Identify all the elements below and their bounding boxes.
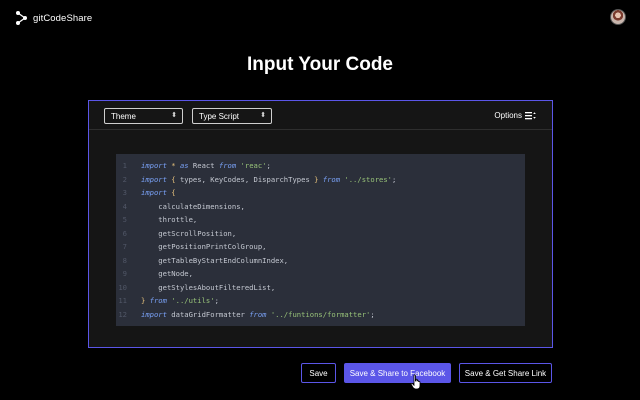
code-text: getScrollPosition, (141, 228, 237, 238)
code-line: 7 getPositionPrintColGroup, (116, 242, 525, 255)
line-number: 11 (118, 296, 127, 305)
line-number: 1 (122, 161, 127, 170)
line-number: 3 (122, 188, 127, 197)
code-editor-panel: Theme ⬍ Type Script ⬍ Options 1 import * … (88, 100, 553, 348)
code-text: import { types, KeyCodes, DisparchTypes … (141, 174, 397, 184)
chevron-updown-icon: ⬍ (260, 112, 266, 119)
hand-cursor-icon (410, 374, 421, 390)
code-text: } from '../utils'; (141, 296, 219, 305)
code-text: import dataGridFormatter from '../funtio… (141, 309, 375, 319)
theme-select-value: Theme (111, 112, 136, 121)
code-text: getTableByStartEndColumnIndex, (141, 255, 289, 265)
line-number: 9 (122, 269, 127, 278)
code-text: import { (141, 188, 176, 197)
code-line: 1 import * as React from 'reac'; (116, 161, 525, 174)
code-line: 9 getNode, (116, 269, 525, 282)
code-line: 4 calculateDimensions, (116, 202, 525, 215)
save-get-share-link-button[interactable]: Save & Get Share Link (459, 363, 552, 383)
code-line: 5 throttle, (116, 215, 525, 228)
app-name: gitCodeShare (33, 12, 93, 24)
menu-sort-icon (525, 112, 536, 120)
options-menu-button[interactable]: Options (494, 111, 536, 120)
code-text: getPositionPrintColGroup, (141, 242, 267, 251)
chevron-updown-icon: ⬍ (171, 112, 177, 119)
line-number: 10 (118, 282, 127, 292)
code-text: getNode, (141, 269, 193, 278)
code-text: getStylesAboutFilteredList, (141, 282, 276, 292)
app-logo[interactable]: gitCodeShare (14, 10, 92, 26)
save-button[interactable]: Save (301, 363, 336, 383)
code-text: throttle, (141, 215, 198, 224)
code-line: 6 getScrollPosition, (116, 229, 525, 242)
top-bar: gitCodeShare (0, 0, 640, 36)
line-number: 6 (122, 228, 127, 238)
line-number: 7 (122, 242, 127, 251)
line-number: 4 (122, 201, 127, 211)
line-number: 5 (122, 215, 127, 224)
page-title: Input Your Code (246, 54, 393, 75)
code-line: 8 getTableByStartEndColumnIndex, (116, 256, 525, 269)
line-number: 2 (122, 174, 127, 184)
code-textarea[interactable]: 1 import * as React from 'reac'; 2 import {… (116, 154, 525, 326)
code-line: 11 } from '../utils'; (116, 296, 525, 309)
code-line: 12 import dataGridFormatter from '../funt… (116, 310, 525, 323)
editor-toolbar: Theme ⬍ Type Script ⬍ Options (89, 101, 552, 130)
code-text: import * as React from 'reac'; (141, 161, 271, 170)
share-nodes-icon (16, 11, 27, 25)
code-line: 10 getStylesAboutFilteredList, (116, 283, 525, 296)
language-select-value: Type Script (199, 112, 240, 121)
options-label: Options (494, 111, 522, 120)
user-avatar[interactable] (610, 9, 626, 25)
theme-select[interactable]: Theme ⬍ (104, 108, 183, 124)
code-line: 3 import { (116, 188, 525, 201)
code-line: 2 import { types, KeyCodes, DisparchTypes… (116, 175, 525, 188)
save-share-facebook-button[interactable]: Save & Share to Facebook (344, 363, 451, 383)
line-number: 8 (122, 255, 127, 265)
code-text: calculateDimensions, (141, 201, 245, 211)
language-select[interactable]: Type Script ⬍ (192, 108, 272, 124)
line-number: 12 (118, 309, 127, 319)
